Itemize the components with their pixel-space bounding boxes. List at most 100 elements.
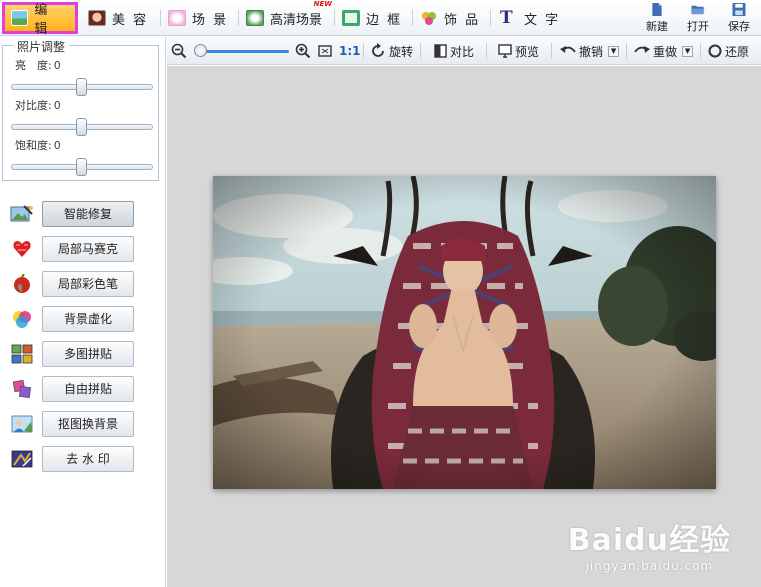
brightness-slider-handle[interactable] (76, 78, 87, 96)
remove-watermark-icon (10, 448, 34, 470)
rotate-icon (372, 43, 384, 57)
menu-decor[interactable]: 饰 品 (414, 4, 486, 32)
hd-scene-icon (246, 10, 264, 26)
remove-watermark-button[interactable]: 去 水 印 (42, 446, 134, 472)
scene-frame-icon (168, 10, 186, 26)
contrast-value: 0 (53, 99, 61, 112)
text-t-icon: T (500, 8, 513, 28)
compare-label: 对比 (450, 44, 475, 59)
cutout-background-icon (10, 413, 34, 435)
brightness-value: 0 (53, 59, 61, 72)
menu-separator (238, 10, 239, 26)
tool-multi-collage (10, 341, 34, 367)
toolbar-separator (363, 43, 364, 59)
menu-separator (160, 10, 161, 26)
zoom-in-icon (295, 43, 311, 59)
new-file-label: 新建 (646, 20, 668, 33)
contrast-label: 对比度: (15, 99, 52, 112)
border-frame-icon (342, 10, 360, 26)
save-file-label: 保存 (728, 20, 750, 33)
redo-arrow-icon (634, 46, 650, 53)
face-icon (88, 10, 106, 26)
landscape-icon (11, 10, 29, 26)
open-file-label: 打开 (687, 20, 709, 33)
menu-edit[interactable]: 编 辑 (2, 2, 78, 37)
background-blur-button[interactable]: 背景虚化 (42, 306, 134, 332)
new-document-icon (652, 3, 662, 16)
edited-photo[interactable] (213, 176, 716, 489)
menu-scene-label: 场 景 (192, 12, 229, 28)
redo-button[interactable]: 重做 ▼ (634, 41, 694, 61)
contrast-row: 对比度: 0 (15, 97, 61, 113)
redo-label: 重做 (653, 44, 678, 59)
toolbar-separator (486, 43, 487, 59)
menu-border[interactable]: 边 框 (336, 4, 408, 32)
saturation-label: 饱和度: (15, 139, 52, 152)
compare-button[interactable]: 对比 (434, 41, 474, 61)
local-color-pen-button[interactable]: 局部彩色笔 (42, 271, 134, 297)
undo-button[interactable]: 撤销 ▼ (560, 41, 620, 61)
cutout-change-background-button[interactable]: 抠图换背景 (42, 411, 134, 437)
zoom-in-button[interactable] (295, 41, 311, 61)
menu-text[interactable]: T 文 字 (494, 4, 566, 32)
smart-repair-button[interactable]: 智能修复 (42, 201, 134, 227)
restore-circle-icon (708, 44, 722, 58)
menu-separator (490, 10, 491, 26)
save-file-button[interactable]: 保存 (722, 2, 756, 34)
zoom-out-icon (171, 43, 187, 59)
compare-icon (434, 44, 447, 58)
free-collage-button[interactable]: 自由拼贴 (42, 376, 134, 402)
watermark-url: jingyan.baidu.com (585, 559, 714, 573)
toolbar-separator (551, 43, 552, 59)
open-file-button[interactable]: 打开 (681, 2, 715, 34)
rotate-button[interactable]: 旋转 (370, 41, 413, 61)
left-tool-panel: 照片调整 亮 度: 0 对比度: 0 饱和度: 0 智能修复 局部马赛克 局部彩… (0, 37, 166, 587)
restore-button[interactable]: 还原 (708, 41, 749, 61)
menu-hd-scene[interactable]: 高清场景 NEW (240, 0, 332, 32)
multi-image-collage-button[interactable]: 多图拼贴 (42, 341, 134, 367)
tool-smart-repair (10, 201, 34, 227)
clover-icon (420, 10, 438, 26)
contrast-slider[interactable] (11, 118, 153, 136)
new-file-button[interactable]: 新建 (640, 2, 674, 34)
brightness-row: 亮 度: 0 (15, 57, 61, 73)
saturation-slider-handle[interactable] (76, 158, 87, 176)
main-menu-bar: 编 辑 美 容 场 景 高清场景 NEW 边 框 饰 品 T 文 字 新建 打开 (0, 0, 761, 37)
photo-adjust-group: 照片调整 亮 度: 0 对比度: 0 饱和度: 0 (2, 38, 159, 181)
menu-separator (334, 10, 335, 26)
grid-collage-icon (10, 343, 34, 365)
photo-artwork (213, 176, 716, 489)
tool-background-blur (10, 306, 34, 332)
actual-size-button[interactable]: 1:1 (339, 41, 361, 61)
tool-cutout (10, 411, 34, 437)
saturation-row: 饱和度: 0 (15, 137, 61, 153)
undo-dropdown-icon[interactable]: ▼ (608, 45, 620, 57)
undo-label: 撤销 (579, 44, 604, 59)
apple-color-icon (10, 273, 34, 295)
undo-arrow-icon (560, 46, 576, 53)
fit-screen-icon (318, 45, 332, 57)
baidu-watermark: Baidu经验 jingyan.baidu.com (568, 515, 731, 573)
preview-button[interactable]: 预览 (498, 41, 539, 61)
color-dots-icon (10, 308, 34, 330)
brightness-slider[interactable] (11, 78, 153, 96)
local-mosaic-button[interactable]: 局部马赛克 (42, 236, 134, 262)
photo-adjust-title: 照片调整 (13, 38, 70, 55)
watermark-brand: Baidu经验 (567, 523, 731, 558)
contrast-slider-handle[interactable] (76, 118, 87, 136)
saturation-slider[interactable] (11, 158, 153, 176)
menu-scene[interactable]: 场 景 (162, 4, 234, 32)
editing-canvas[interactable]: Baidu经验 jingyan.baidu.com (167, 66, 761, 587)
zoom-out-button[interactable] (171, 41, 187, 61)
menu-beauty[interactable]: 美 容 (82, 4, 154, 32)
redo-dropdown-icon[interactable]: ▼ (682, 45, 694, 57)
zoom-slider-track[interactable] (197, 50, 289, 53)
preview-label: 预览 (515, 44, 540, 59)
fit-to-window-button[interactable] (317, 41, 333, 61)
menu-decor-label: 饰 品 (444, 12, 481, 28)
free-collage-icon (10, 378, 34, 400)
menu-text-label: 文 字 (524, 12, 561, 28)
zoom-slider-handle[interactable] (194, 44, 207, 57)
menu-edit-label: 编 辑 (34, 3, 50, 37)
menu-border-label: 边 框 (366, 12, 403, 28)
